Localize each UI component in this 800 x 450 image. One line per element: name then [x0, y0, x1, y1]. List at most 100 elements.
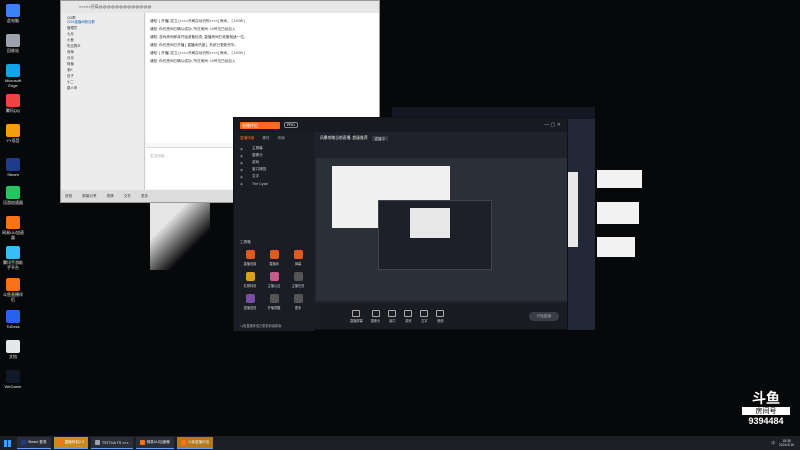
eye-icon[interactable]: ◉	[240, 161, 243, 165]
toolbox-item[interactable]: 弹幕	[286, 250, 310, 266]
toolbox-grid: 直播设置 直播间 弹幕礼物特效 主播认证 主播任务直播回放 开播提醒 更多	[238, 250, 310, 310]
eye-icon[interactable]: ◉	[240, 147, 243, 151]
sidebar-tab[interactable]: 布局	[278, 136, 285, 141]
stream-preview[interactable]	[316, 158, 567, 301]
scene-item[interactable]: ◉ The Cycle	[234, 180, 314, 187]
tool-label: 弹幕	[294, 262, 302, 266]
live-tab[interactable]: 直播中	[371, 136, 388, 141]
eye-icon[interactable]: ◉	[240, 182, 243, 186]
taskbar-app[interactable]: 直播伴侣2.0	[53, 437, 88, 449]
assistant-main: 风暴攻略当前直播, 超级推荐 直播中	[316, 132, 567, 313]
add-source-button[interactable]: 文字	[420, 309, 429, 323]
scene-label: The Cycle	[252, 181, 269, 186]
add-source-button[interactable]: 摄像头	[371, 309, 380, 323]
desktop-icon[interactable]: 迅游加速器	[2, 186, 24, 205]
desktop-icon[interactable]: 网易UU加速器	[2, 216, 24, 240]
eye-icon[interactable]: ◉	[240, 175, 243, 179]
desktop-icon[interactable]: 此电脑	[2, 4, 24, 23]
taskbar-app[interactable]: 网易UU加速器	[135, 437, 174, 449]
scene-item[interactable]: ◉ 摄像头	[234, 152, 314, 159]
taskbar-app[interactable]: TSTTUA TS ×××	[90, 437, 133, 449]
toolbox-item[interactable]: 直播回放	[238, 294, 262, 310]
toolbox-item[interactable]: 主播任务	[286, 272, 310, 288]
taskbar-app-label: 直播伴侣2.0	[64, 440, 84, 444]
taskbar-app-icon	[94, 440, 100, 445]
assistant-title-bar[interactable]: 直播伴侣 PRO — ▢ ✕	[234, 118, 567, 132]
toolbox-title: 工具箱	[240, 240, 251, 244]
desktop-icon[interactable]: 回收站	[2, 34, 24, 53]
sidebar-tab[interactable]: 直播场景	[240, 136, 254, 141]
chat-toolbar-item[interactable]: 更多	[141, 194, 148, 199]
desktop-icon[interactable]: WeGame	[2, 370, 24, 389]
start-button[interactable]	[0, 436, 14, 450]
watermark-room-number: 9394484	[748, 416, 784, 426]
eye-icon[interactable]: ◉	[240, 168, 243, 172]
art-stroke	[597, 202, 639, 224]
add-source-button[interactable]: 游戏	[404, 309, 413, 323]
scene-label: 文字	[252, 174, 260, 178]
live-status-text: 风暴攻略当前直播, 超级推荐	[320, 136, 368, 140]
toolbox-item[interactable]: 开播提醒	[262, 294, 286, 310]
sidebar-tab[interactable]: 素材	[262, 136, 269, 141]
desktop-icon-label: YY语音	[6, 138, 20, 143]
app-icon	[6, 158, 20, 171]
watermark-room-label: 房间号	[742, 407, 790, 415]
taskbar-app-label: 斗鱼直播伴侣	[187, 440, 210, 444]
toolbox-item[interactable]: 礼物特效	[238, 272, 262, 288]
chat-toolbar-item[interactable]: 屏幕分享	[82, 194, 96, 199]
scene-item[interactable]: ◉ 文字	[234, 173, 314, 180]
watermark-logo: 斗鱼	[752, 391, 780, 407]
tool-icon	[293, 272, 303, 281]
tool-icon	[245, 272, 255, 281]
source-label: 直播屏幕	[350, 318, 363, 323]
chat-window-title: ×××××开局@@@@@@@@@@@@@	[79, 4, 152, 9]
scene-item[interactable]: ◉ 游戏	[234, 159, 314, 166]
scene-item[interactable]: ◉ 窗口捕捉	[234, 166, 314, 173]
tool-icon	[245, 250, 255, 259]
app-icon	[6, 340, 20, 353]
desktop-icon[interactable]: 腾讯QQ	[2, 94, 24, 113]
art-stroke	[597, 170, 642, 188]
member-row[interactable]: 路人甲	[61, 85, 144, 91]
desktop-icon[interactable]: Steam	[2, 158, 24, 177]
desktop-icon[interactable]: Microsoft Edge	[2, 64, 24, 88]
chat-title-bar[interactable]: ×××××开局@@@@@@@@@@@@@	[61, 1, 379, 13]
input-language[interactable]: 中	[771, 441, 775, 446]
add-source-button[interactable]: 直播屏幕	[350, 309, 363, 323]
toolbox-item[interactable]: 直播间	[262, 250, 286, 266]
app-icon	[6, 186, 20, 199]
toolbox-item[interactable]: 直播设置	[238, 250, 262, 266]
toolbox-item[interactable]: 主播认证	[262, 272, 286, 288]
source-icon	[436, 309, 445, 317]
desktop-icon[interactable]: 腾讯手游助手平台	[2, 246, 24, 270]
taskbar-app[interactable]: 斗鱼直播伴侣	[176, 437, 214, 449]
clock[interactable]: 18:38 2024/1/16	[779, 439, 794, 447]
window-controls[interactable]: — ▢ ✕	[544, 122, 561, 128]
douyu-assistant-window[interactable]: 直播伴侣 PRO — ▢ ✕ 直播场景 素材 布局 ◉ 主屏幕 ◉ 摄像头 ◉ 游戏 ◉ 窗口捕捉…	[233, 117, 568, 331]
desktop-icon-label: 斗鱼直播伴侣	[3, 292, 23, 302]
chat-toolbar-item[interactable]: 语音	[65, 194, 72, 199]
desktop-icon[interactable]: 斗鱼直播伴侣	[2, 278, 24, 302]
chat-member-panel: QQ群 2024直播间粉丝群 管理员 七月 小鱼 吃瓜群众 深海 月光 阿楠 老K 包子 小二 路人…	[61, 13, 145, 191]
add-source-button[interactable]: 音频	[436, 309, 445, 323]
douyu-watermark: 斗鱼 房间号 9394484	[738, 392, 794, 426]
desktop-icon-label: 此电脑	[7, 18, 19, 23]
source-icon	[371, 309, 380, 317]
app-icon	[6, 370, 20, 383]
assistant-logo: 直播伴侣	[240, 121, 280, 129]
desktop-icon[interactable]: ToDesk	[2, 310, 24, 329]
go-live-button[interactable]: 开始直播	[528, 311, 559, 321]
desktop-icon-label: Steam	[7, 172, 19, 177]
desktop-icon[interactable]: 文档	[2, 340, 24, 359]
app-icon	[6, 4, 20, 17]
desktop-icon-label: 网易UU加速器	[2, 230, 24, 240]
taskbar-app[interactable]: Steam 登录	[17, 437, 51, 449]
app-icon	[6, 310, 20, 323]
desktop-icon[interactable]: YY语音	[2, 124, 24, 143]
chat-toolbar-item[interactable]: 表情	[107, 194, 114, 199]
scene-item[interactable]: ◉ 主屏幕	[234, 145, 314, 152]
add-source-button[interactable]: 窗口	[388, 309, 397, 323]
eye-icon[interactable]: ◉	[240, 154, 243, 158]
toolbox-item[interactable]: 更多	[286, 294, 310, 310]
chat-toolbar-item[interactable]: 文件	[124, 194, 131, 199]
